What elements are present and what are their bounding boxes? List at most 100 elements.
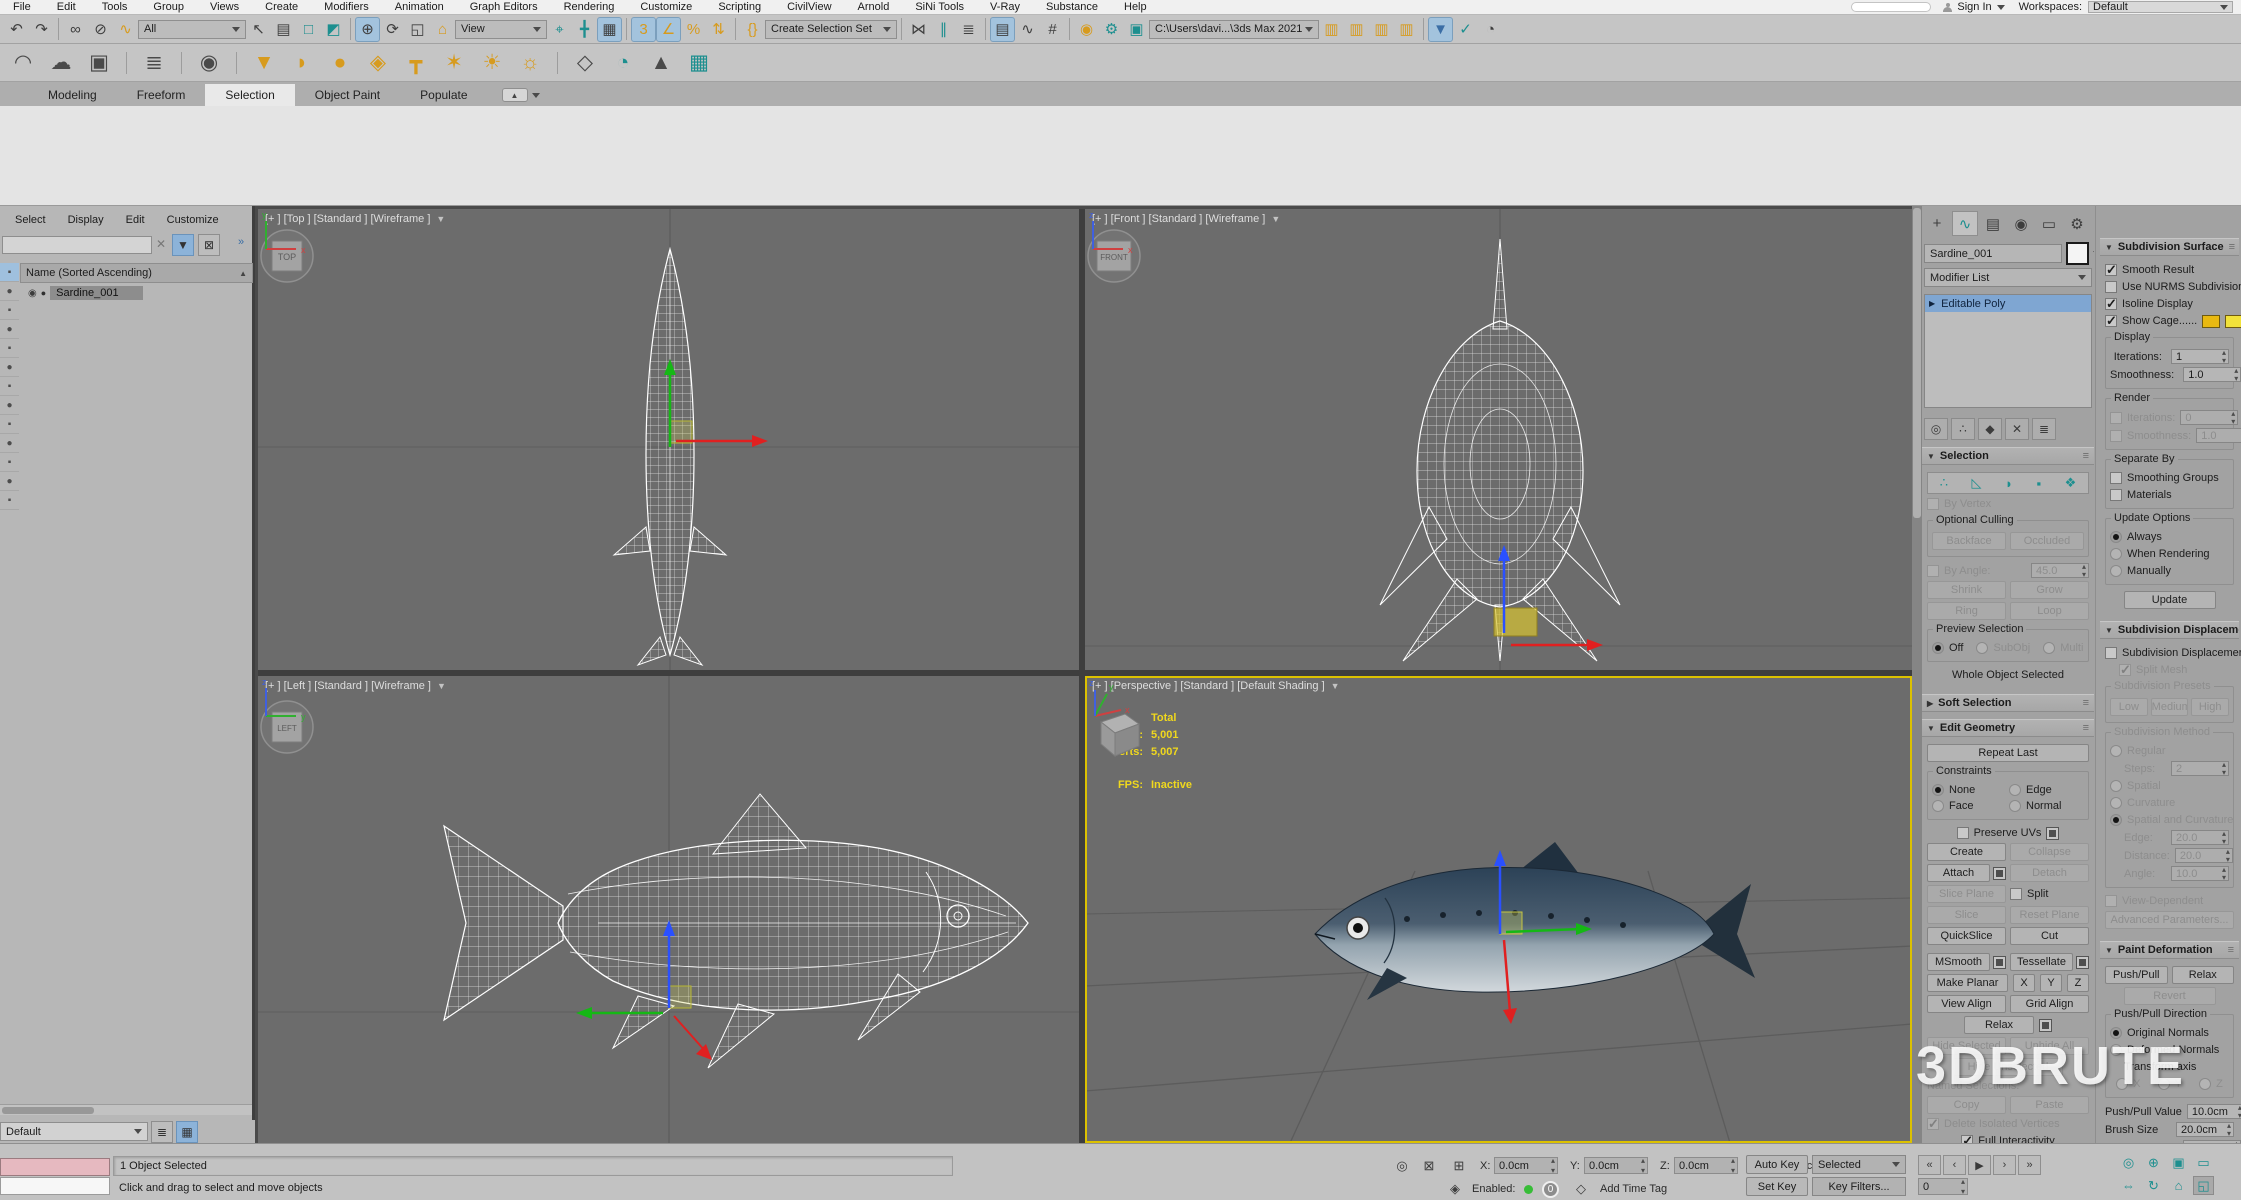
strip-icon-8[interactable]: ● [0,396,19,415]
y-coordinate-field[interactable]: 0.0cm [1584,1157,1648,1174]
strip-icon-5[interactable]: ▪ [0,339,19,358]
display-smoothness-spinner[interactable]: 1.0 [2183,367,2241,382]
list-icon[interactable]: ≣ [139,48,169,78]
keyboard-override-icon[interactable]: ▦ [597,17,622,42]
view-align-button[interactable]: View Align [1927,995,2006,1013]
delete-isolated-checkbox[interactable] [1927,1118,1939,1130]
edit-named-sets-icon[interactable]: {} [740,17,765,42]
key-mode-dropdown[interactable]: Selected [1812,1155,1906,1174]
rays-icon[interactable]: ☼ [515,48,545,78]
rollout-edit-geometry[interactable]: ▼Edit Geometry [1922,719,2094,737]
quickslice-button[interactable]: QuickSlice [1927,927,2006,945]
ribbon-tab-freeform[interactable]: Freeform [117,84,206,106]
preset-low-button[interactable]: Low [2110,698,2148,716]
sun-light-icon[interactable]: ☀ [477,48,507,78]
show-end-result-icon[interactable]: ∴ [1951,418,1975,440]
tessellate-button[interactable]: Tessellate [2010,953,2073,971]
relax-settings-button[interactable] [2039,1019,2052,1032]
cage-color-swatch-1[interactable] [2202,315,2220,328]
scrollbar-thumb[interactable] [2,1107,94,1114]
attach-button[interactable]: Attach [1927,864,1990,882]
menu-civilview[interactable]: CivilView [774,1,844,13]
strip-icon-1[interactable]: ▪ [0,263,19,282]
menu-tools[interactable]: Tools [89,1,141,13]
search-input[interactable] [1851,2,1931,12]
viewport-filter-icon[interactable]: ▼ [1271,214,1280,224]
orbit-icon[interactable]: ↻ [2143,1176,2164,1195]
viewport-filter-icon[interactable]: ▼ [1331,681,1340,691]
menu-help[interactable]: Help [1111,1,1160,13]
viewport-left[interactable]: [+ ] [Left ] [Standard ] [Wireframe ]▼ L… [258,676,1079,1143]
cage-color-swatch-2[interactable] [2225,315,2241,328]
slice-plane-button[interactable]: Slice Plane [1927,885,2006,903]
original-normals-radio[interactable] [2110,1027,2122,1039]
menu-graph-editors[interactable]: Graph Editors [457,1,551,13]
axis-x-radio[interactable] [2116,1078,2128,1090]
msmooth-settings-button[interactable] [1993,956,2006,969]
method-spatial-radio[interactable] [2110,780,2122,792]
layer-manager-icon[interactable]: ≣ [956,17,981,42]
rendered-frame-icon[interactable]: ▣ [1124,17,1149,42]
search-clear-icon[interactable]: ✕ [156,237,166,251]
cloud-icon[interactable]: ☁ [46,48,76,78]
menu-substance[interactable]: Substance [1033,1,1111,13]
vertex-mode-icon[interactable]: ∴ [1940,475,1948,491]
home-icon[interactable]: ⌂ [2168,1176,2189,1195]
attach-settings-button[interactable] [1993,867,2006,880]
explorer-menu-edit[interactable]: Edit [115,214,156,226]
menu-file[interactable]: File [0,1,44,13]
layers-stack-button[interactable]: ≣ [151,1121,173,1143]
edge-mode-icon[interactable]: ◺ [1972,475,1982,491]
object-color-swatch[interactable] [2066,242,2089,265]
paste-button[interactable]: Paste [2010,1096,2089,1114]
viewport-front[interactable]: [+ ] [Front ] [Standard ] [Wireframe ]▼ … [1085,209,1912,670]
update-manually-radio[interactable] [2110,565,2122,577]
menu-arnold[interactable]: Arnold [845,1,903,13]
explorer-row-sardine[interactable]: ◉ ● Sardine_001 [20,284,253,302]
render-preset-4-icon[interactable]: ▥ [1394,17,1419,42]
redo-icon[interactable]: ↷ [29,17,54,42]
deformed-normals-radio[interactable] [2110,1044,2122,1056]
isolate-selection-icon[interactable]: ◎ [1393,1157,1411,1175]
rollout-paint-deformation[interactable]: ▼Paint Deformation [2100,941,2239,959]
zoom-icon[interactable]: ◎ [2118,1153,2139,1172]
ribbon-tab-modeling[interactable]: Modeling [28,84,117,106]
animation-layer-badge[interactable]: 0 [1542,1181,1559,1198]
explorer-menu-display[interactable]: Display [57,214,115,226]
visibility-eye-icon[interactable]: ◉ [28,288,37,299]
update-always-radio[interactable] [2110,531,2122,543]
undo-icon[interactable]: ↶ [4,17,29,42]
pin-stack-icon[interactable]: ◎ [1924,418,1948,440]
angle-snap-icon[interactable]: ∠ [656,17,681,42]
zoom-extents-icon[interactable]: ▣ [2168,1153,2189,1172]
menu-rendering[interactable]: Rendering [551,1,628,13]
collapse-button[interactable]: Collapse [2010,843,2089,861]
constraint-normal-radio[interactable] [2009,800,2021,812]
repeat-last-button[interactable]: Repeat Last [1927,744,2089,762]
menu-scripting[interactable]: Scripting [705,1,774,13]
remove-modifier-icon[interactable]: ✕ [2005,418,2029,440]
select-move-icon[interactable]: ⊕ [355,17,380,42]
rollout-selection[interactable]: ▼Selection [1922,447,2094,465]
render-setup-icon[interactable]: ⚙ [1099,17,1124,42]
polygon-mode-icon[interactable]: ▪ [2036,476,2041,491]
explorer-lock-button[interactable]: ⊠ [198,234,220,256]
render-preset-1-icon[interactable]: ▥ [1319,17,1344,42]
menu-vray[interactable]: V-Ray [977,1,1033,13]
preview-off-radio[interactable] [1932,642,1944,654]
menu-sini-tools[interactable]: SiNi Tools [902,1,977,13]
go-to-start-button[interactable]: « [1918,1155,1941,1175]
selection-filter-dropdown[interactable]: All [138,20,246,39]
render-smoothness-spinner[interactable]: 1.0 [2196,428,2241,443]
by-angle-spinner[interactable]: 45.0 [2031,563,2089,578]
menu-create[interactable]: Create [252,1,311,13]
teapot-icon[interactable]: ◠ [8,48,38,78]
animation-shield-icon[interactable]: ◈ [1446,1180,1464,1198]
mirror-icon[interactable]: ⋈ [906,17,931,42]
add-time-tag-label[interactable]: Add Time Tag [1600,1183,1667,1195]
explorer-expand-icon[interactable]: » [238,236,244,248]
strip-icon-12[interactable]: ● [0,472,19,491]
ribbon-minimize-button[interactable]: ▲ [502,88,528,102]
configure-sets-icon[interactable]: ≣ [2032,418,2056,440]
menu-customize[interactable]: Customize [627,1,705,13]
